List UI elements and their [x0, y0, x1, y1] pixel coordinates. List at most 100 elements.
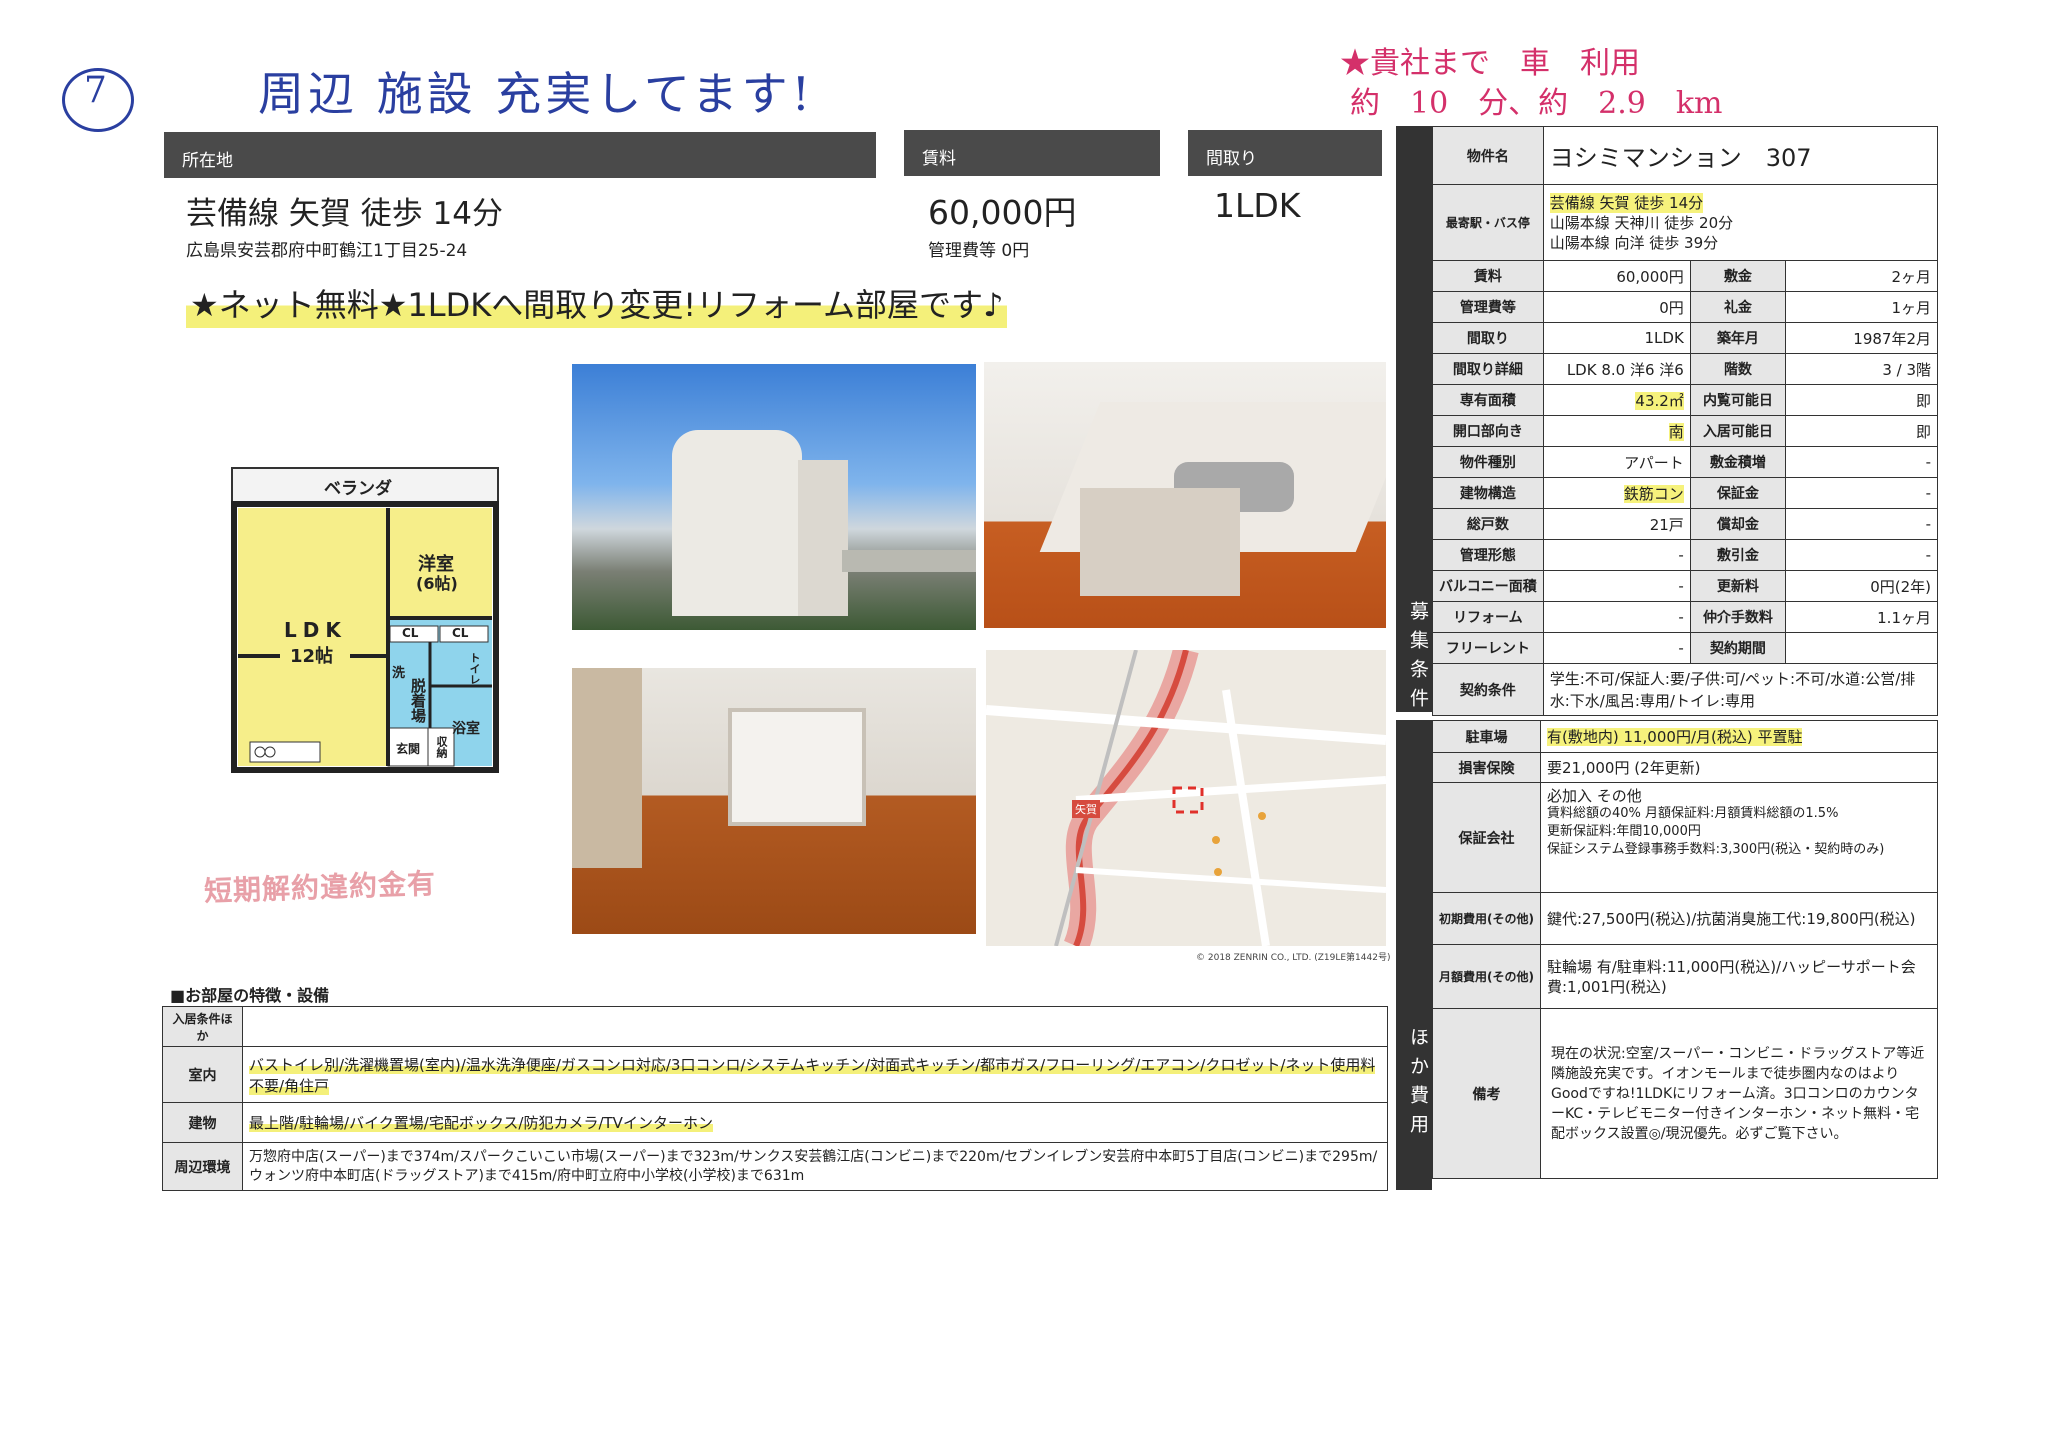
- spec-label-text: 専有面積: [1459, 393, 1516, 409]
- feature-label: 建物: [162, 1102, 243, 1143]
- spec-label: 間取り: [1432, 322, 1544, 354]
- spec-value: 3 / 3階: [1785, 353, 1938, 385]
- contract-text: 学生:不可/保証人:要/子供:可/ペット:不可/水道:公営/排水:下水/風呂:専…: [1542, 663, 1939, 716]
- spec-value: -: [1542, 601, 1691, 633]
- spec-row: 間取り詳細 LDK 8.0 洋6 洋6 階数 3 / 3階: [1432, 353, 1938, 385]
- spec-label: バルコニー面積: [1432, 570, 1544, 602]
- spec-label: 入居可能日: [1689, 415, 1787, 447]
- spec-value: -: [1542, 632, 1691, 664]
- spec-value-text: 1LDK: [1644, 329, 1684, 347]
- spec-label-text: フリーレント: [1445, 641, 1530, 657]
- spec-label-text: 償却金: [1716, 517, 1759, 533]
- spec-value: 即: [1785, 384, 1938, 416]
- spec-value: 1ヶ月: [1785, 291, 1938, 323]
- spec-label-text: 更新料: [1716, 579, 1759, 595]
- spec-label-text: 保証金: [1716, 486, 1759, 502]
- features-row: 室内 バストイレ別/洗濯機置場(室内)/温水洗浄便座/ガスコンロ対応/3口コンロ…: [162, 1046, 1388, 1103]
- station-list: 芸備線 矢賀 徒歩 14分 山陽本線 天神川 徒歩 20分 山陽本線 向洋 徒歩…: [1542, 184, 1939, 261]
- spec-row: 物件種別 アパート 敷金積増 -: [1432, 446, 1938, 478]
- spec-label: 開口部向き: [1432, 415, 1544, 447]
- spec-label-text: 総戸数: [1466, 517, 1509, 533]
- features-row: 建物 最上階/駐輪場/バイク置場/宅配ボックス/防犯カメラ/TVインターホン: [162, 1102, 1388, 1143]
- rent-header: 賃料: [904, 130, 1160, 176]
- map-copyright: © 2018 ZENRIN CO., LTD. (Z19LE第1442号): [1196, 953, 1391, 963]
- map-station-label: 矢賀: [1072, 800, 1100, 818]
- spec-value: 鉄筋コン: [1542, 477, 1691, 509]
- spec-value-text: 1.1ヶ月: [1877, 608, 1931, 627]
- spec-label-text: 築年月: [1716, 331, 1759, 347]
- circled-number-text: 7: [84, 70, 107, 111]
- feature-label: 周辺環境: [162, 1142, 243, 1191]
- spec-row: フリーレント - 契約期間: [1432, 632, 1938, 664]
- spec-label: 賃料: [1432, 260, 1544, 292]
- station-item: 芸備線 矢賀 徒歩 14分: [1549, 192, 1704, 213]
- spec-value-text: 即: [1915, 391, 1931, 410]
- spec-value-text: -: [1925, 453, 1931, 471]
- guarantee-line: 必加入 その他: [1546, 787, 1642, 805]
- exterior-photo: [572, 364, 976, 630]
- spec-value-text: 鉄筋コン: [1623, 484, 1684, 503]
- band-recruit-text: 募集条件: [1407, 601, 1429, 717]
- station-item: 山陽本線 向洋 徒歩 39分: [1549, 233, 1719, 252]
- spec-value: -: [1542, 539, 1691, 571]
- spec-label-text: 賃料: [1473, 269, 1502, 285]
- spec-table-bottom: 駐車場 有(敷地内) 11,000円/月(税込) 平置駐 損害保険 要21,00…: [1432, 720, 1939, 1179]
- spec-label: 専有面積: [1432, 384, 1544, 416]
- cabinet-shape: [1080, 488, 1240, 596]
- spec-value-text: アパート: [1624, 453, 1684, 472]
- spec-value-text: 2ヶ月: [1891, 267, 1931, 286]
- spec-value: -: [1785, 477, 1938, 509]
- feature-text: バストイレ別/洗濯機置場(室内)/温水洗浄便座/ガスコンロ対応/3口コンロ/シス…: [242, 1046, 1388, 1103]
- spec-label: 敷金積増: [1689, 446, 1787, 478]
- spec-label: 階数: [1689, 353, 1787, 385]
- spec-label: 物件名: [1432, 126, 1544, 185]
- spec-label-text: 開口部向き: [1452, 424, 1523, 440]
- kitchen-photo: [984, 362, 1386, 628]
- band-other: ほか費用: [1396, 720, 1432, 1190]
- features-row: 周辺環境 万惣府中店(スーパー)まで374m/スパークこいこい市場(スーパー)ま…: [162, 1142, 1388, 1191]
- address: 広島県安芸郡府中町鶴江1丁目25-24: [186, 241, 468, 261]
- spec-label: フリーレント: [1432, 632, 1544, 664]
- spec-label: 管理費等: [1432, 291, 1544, 323]
- band-other-text: ほか費用: [1407, 1027, 1429, 1143]
- parking-text: 有(敷地内) 11,000円/月(税込) 平置駐: [1546, 728, 1803, 746]
- layout-header: 間取り: [1188, 130, 1382, 176]
- carport: [842, 550, 976, 572]
- spec-label-text: 礼金: [1723, 300, 1752, 316]
- spec-label: 建物構造: [1432, 477, 1544, 509]
- remarks: 現在の状況:空室/スーパー・コンビニ・ドラッグストア等近隣施設充実です。イオンモ…: [1539, 1008, 1939, 1179]
- spec-label: 仲介手数料: [1689, 601, 1787, 633]
- spec-row: バルコニー面積 - 更新料 0円(2年): [1432, 570, 1938, 602]
- insurance-value: 要21,000円 (2年更新): [1539, 752, 1939, 783]
- spec-value: 南: [1542, 415, 1691, 447]
- spec-value-text: 南: [1668, 422, 1684, 441]
- spec-value: 2ヶ月: [1785, 260, 1938, 292]
- spec-label-text: 入居可能日: [1702, 424, 1773, 440]
- spec-label: 内覧可能日: [1689, 384, 1787, 416]
- spec-value-text: LDK 8.0 洋6 洋6: [1566, 360, 1684, 379]
- feature-text: 最上階/駐輪場/バイク置場/宅配ボックス/防犯カメラ/TVインターホン: [242, 1102, 1388, 1143]
- features-table: 入居条件ほか 室内 バストイレ別/洗濯機置場(室内)/温水洗浄便座/ガスコンロ対…: [162, 1006, 1388, 1191]
- spec-row: 管理形態 - 敷引金 -: [1432, 539, 1938, 571]
- layout-value: 1LDK: [1214, 186, 1301, 225]
- spec-label: 初期費用(その他): [1432, 892, 1541, 945]
- spec-label: 管理形態: [1432, 539, 1544, 571]
- spec-value: -: [1785, 508, 1938, 540]
- spec-value: 21戸: [1542, 508, 1691, 540]
- spec-label: 敷金: [1689, 260, 1787, 292]
- handwritten-note-right-2: 約 10 分、約 2.9 km: [1350, 86, 1723, 121]
- catchcopy: ★ネット無料★1LDKへ間取り変更!リフォーム部屋です♪: [186, 278, 1008, 328]
- spec-value: 0円: [1542, 291, 1691, 323]
- spec-label: 契約条件: [1432, 663, 1544, 716]
- wall-left-shape: [572, 668, 642, 868]
- spec-label-text: 内覧可能日: [1702, 393, 1773, 409]
- spec-label: 更新料: [1689, 570, 1787, 602]
- spec-value: 1987年2月: [1785, 322, 1938, 354]
- spec-row: 管理費等 0円 礼金 1ヶ月: [1432, 291, 1938, 323]
- handwritten-note-right-1: ★貴社まで 車 利用: [1340, 46, 1640, 81]
- spec-value-text: -: [1925, 484, 1931, 502]
- rent-value: 60,000円: [928, 193, 1077, 232]
- fp-western-size: (6帖): [416, 574, 458, 593]
- spec-label-text: 物件種別: [1459, 455, 1516, 471]
- features-row: 入居条件ほか: [162, 1006, 1388, 1047]
